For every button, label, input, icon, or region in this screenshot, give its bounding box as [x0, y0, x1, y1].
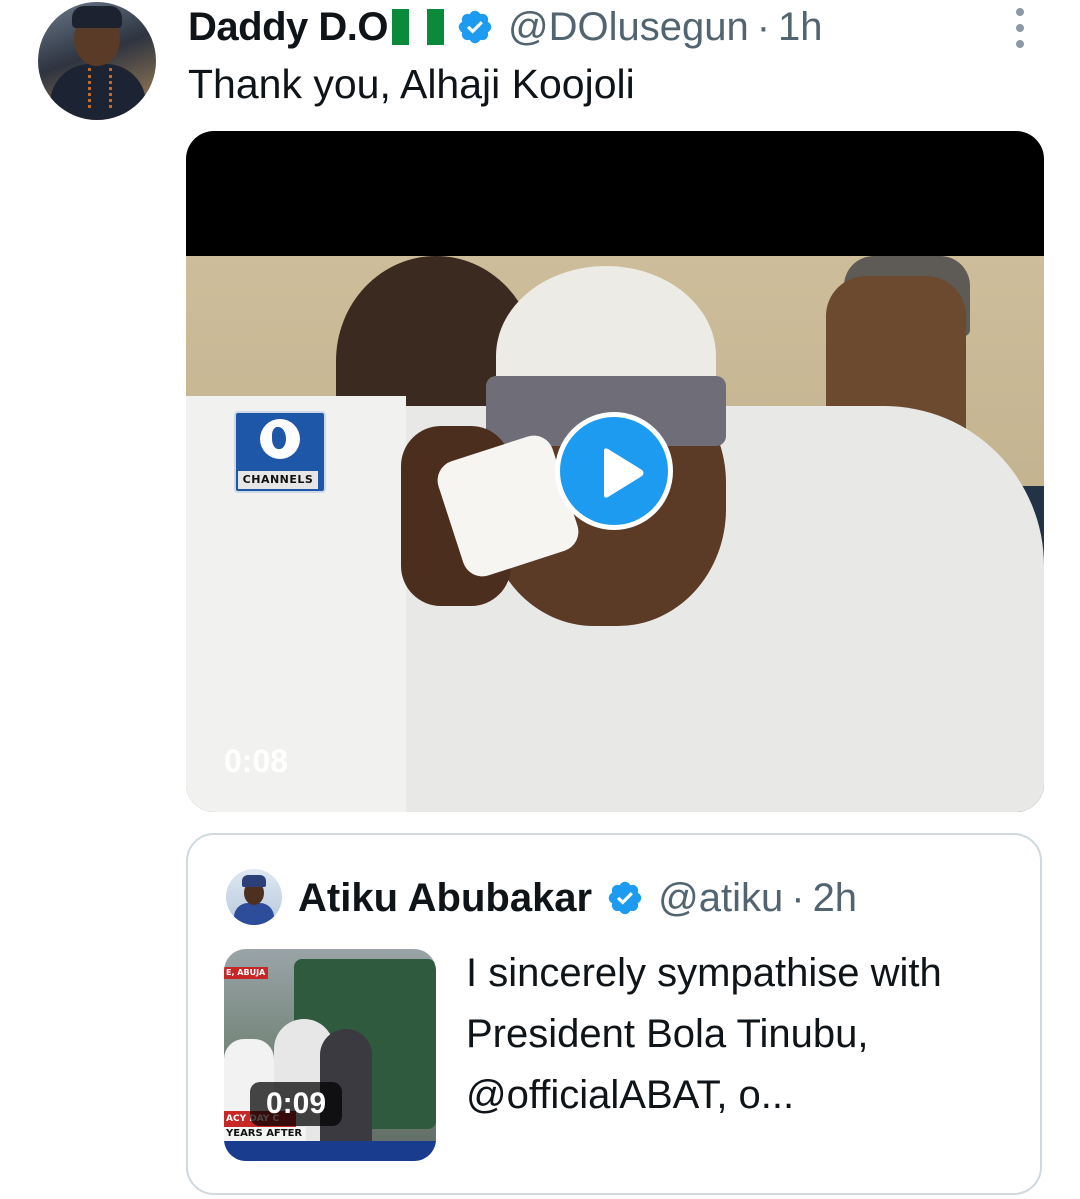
quoted-tweet-time[interactable]: 2h — [813, 876, 858, 921]
avatar-beads — [88, 68, 112, 108]
avatar-cap — [72, 6, 122, 28]
thumbnail-lower-third-subtitle: YEARS AFTER — [224, 1127, 306, 1141]
channels-logo-label: CHANNELS — [238, 471, 318, 489]
quoted-video-thumbnail[interactable]: E, ABUJA ACY DAY C YEARS AFTER 0:09 — [224, 949, 436, 1161]
verified-badge-icon — [458, 10, 492, 44]
separator-dot: · — [791, 875, 805, 920]
author-avatar[interactable] — [38, 2, 156, 120]
video-duration: 0:08 — [224, 743, 289, 779]
globe-icon — [260, 419, 300, 459]
verified-badge-icon — [608, 881, 642, 915]
separator-dot: · — [756, 4, 771, 49]
thumbnail-news-ticker — [224, 1141, 436, 1161]
quoted-author-avatar[interactable] — [226, 869, 282, 925]
tweet-time[interactable]: 1h — [778, 5, 823, 50]
author-name[interactable]: Daddy D.O — [188, 5, 388, 50]
video-frame: CHANNELS — [186, 256, 1044, 812]
nigeria-flag-icon — [391, 9, 444, 45]
more-options-icon[interactable] — [1008, 8, 1032, 48]
quoted-tweet-text: I sincerely sympathise with President Bo… — [466, 951, 942, 1117]
thumbnail-location-tag: E, ABUJA — [224, 967, 268, 979]
quoted-video-duration: 0:09 — [250, 1082, 342, 1126]
play-icon — [604, 448, 644, 498]
quoted-author-handle[interactable]: @atiku — [658, 876, 783, 921]
quoted-tweet[interactable]: Atiku Abubakar @atiku · 2h E, ABUJA ACY … — [186, 833, 1042, 1195]
tweet-header: Daddy D.O @DOlusegun · 1h — [188, 4, 823, 50]
quoted-tweet-header: Atiku Abubakar @atiku · 2h — [298, 875, 857, 921]
play-button[interactable] — [555, 412, 673, 530]
channels-logo: CHANNELS — [234, 411, 326, 493]
tweet-video[interactable]: CHANNELS 0:08 — [186, 131, 1044, 812]
quoted-author-name[interactable]: Atiku Abubakar — [298, 876, 592, 921]
author-handle[interactable]: @DOlusegun — [508, 5, 749, 50]
tweet-text: Thank you, Alhaji Koojoli — [188, 61, 635, 107]
